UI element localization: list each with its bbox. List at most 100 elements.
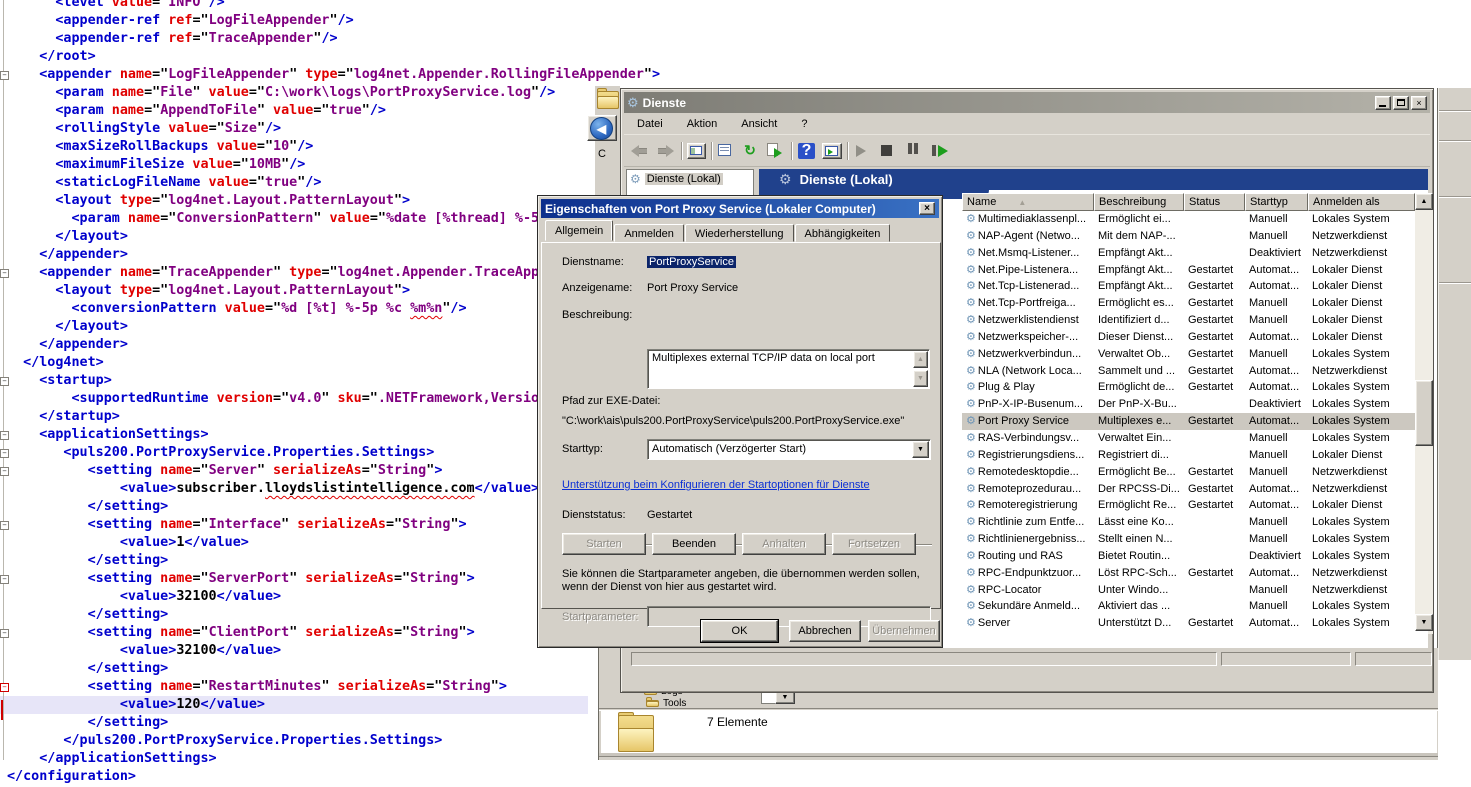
dialog-tab-panel: Dienstname: PortProxyService Anzeigename… [541,242,941,609]
tab-anmelden[interactable]: Anmelden [614,224,684,242]
export-list-icon[interactable] [766,143,784,159]
menu-item-aktion[interactable]: Aktion [687,118,718,130]
menu-item-datei[interactable]: Datei [637,118,663,130]
fortsetzen-button: Fortsetzen [832,533,916,555]
table-scrollbar[interactable]: ▲ ▼ [1415,193,1433,634]
tab-wiederherstellung[interactable]: Wiederherstellung [685,224,794,242]
startparameter-label: Startparameter: [562,611,638,623]
cell-name: ⚙Netzwerklistendienst [962,312,1094,329]
cell-anmelden: Lokales System [1308,615,1415,631]
fold-toggle[interactable]: − [0,71,9,80]
table-row[interactable]: ⚙Net.Tcp-Listenerad...Empfängt Akt...Ges… [962,278,1415,295]
cell-status: Gestartet [1184,329,1245,346]
selected-text: PortProxyService [647,256,736,268]
forward-icon[interactable] [656,143,674,159]
tree-item-label[interactable]: Tools [663,698,693,708]
textbox-scroll-up[interactable]: ▲ [913,351,928,368]
table-row[interactable]: ⚙Net.Msmq-Listener...Empfängt Akt...Deak… [962,245,1415,262]
table-row[interactable]: ⚙Richtlinie zum Entfe...Lässt eine Ko...… [962,514,1415,531]
help-icon[interactable]: ? [798,143,815,159]
table-row[interactable]: ⚙ServerUnterstützt D...GestartetAutomat.… [962,615,1415,631]
stop-service-icon[interactable] [881,143,899,159]
scrollbar-track[interactable] [1415,210,1433,634]
scrollbar-thumb[interactable] [1415,380,1433,446]
table-row[interactable]: ⚙Remotedesktopdie...Ermöglicht Be...Gest… [962,464,1415,481]
table-row[interactable]: ⚙Plug & PlayErmöglicht de...GestartetAut… [962,379,1415,396]
table-row[interactable]: ⚙Multimediaklassenpl...Ermöglicht ei...M… [962,211,1415,228]
minimize-button[interactable] [1375,96,1391,110]
table-row[interactable]: ⚙Registrierungsdiens...Registriert di...… [962,447,1415,464]
beschreibung-textbox[interactable]: Multiplexes external TCP/IP data on loca… [647,349,930,389]
table-row[interactable]: ⚙Netzwerkverbindun...Verwaltet Ob...Gest… [962,346,1415,363]
toolbar-separator [711,142,713,160]
cell-starttyp: Automat... [1245,262,1308,279]
menu-item-?[interactable]: ? [801,118,807,130]
table-row[interactable]: ⚙RAS-Verbindungsv...Verwaltet Ein...Manu… [962,430,1415,447]
table-row[interactable]: ⚙RemoteregistrierungErmöglicht Re...Gest… [962,497,1415,514]
table-row[interactable]: ⚙PnP-X-IP-Busenum...Der PnP-X-Bu...Deakt… [962,396,1415,413]
table-row[interactable]: ⚙Sekundäre Anmeld...Aktiviert das ...Man… [962,598,1415,615]
fold-toggle[interactable]: − [0,449,9,458]
cell-anmelden: Lokales System [1308,514,1415,531]
column-header-status[interactable]: Status [1184,193,1245,211]
cell-starttyp: Manuell [1245,228,1308,245]
fold-toggle[interactable]: − [0,269,9,278]
fold-toggle-changed[interactable]: − [0,683,9,692]
code-line: </root> [0,48,1471,66]
table-row[interactable]: ⚙Netzwerkspeicher-...Dieser Dienst...Ges… [962,329,1415,346]
column-header-starttyp[interactable]: Starttyp [1245,193,1308,211]
table-row[interactable]: ⚙Richtlinienergebniss...Stellt einen N..… [962,531,1415,548]
column-header-anmelden-als[interactable]: Anmelden als [1308,193,1415,211]
scroll-down-button[interactable]: ▼ [1415,614,1433,631]
table-row[interactable]: ⚙NetzwerklistendienstIdentifiziert d...G… [962,312,1415,329]
table-row[interactable]: ⚙Routing und RASBietet Routin...Deaktivi… [962,548,1415,565]
fold-toggle[interactable]: − [0,467,9,476]
dialog-close-button[interactable]: × [919,202,935,215]
fold-toggle[interactable]: − [0,629,9,638]
restart-service-icon[interactable] [931,143,949,159]
dialog-titlebar[interactable]: Eigenschaften von Port Proxy Service (Lo… [541,199,939,218]
table-row[interactable]: ⚙NAP-Agent (Netwo...Mit dem NAP-...Manue… [962,228,1415,245]
close-button[interactable]: × [1411,96,1427,110]
start-service-icon[interactable] [856,143,874,159]
cell-beschreibung: Ermöglicht Re... [1094,497,1184,514]
table-row[interactable]: ⚙Net.Pipe-Listenera...Empfängt Akt...Ges… [962,262,1415,279]
refresh-icon[interactable]: ↻ [741,143,759,159]
startoptions-help-link[interactable]: Unterstützung beim Konfigurieren der Sta… [562,479,870,491]
properties-icon[interactable] [716,143,734,159]
console-tree-icon[interactable] [687,143,706,159]
combobox-dropdown-button[interactable]: ▼ [912,441,929,458]
table-row[interactable]: ⚙Remoteprozedurau...Der RPCSS-Di...Gesta… [962,481,1415,498]
textbox-scroll-down[interactable]: ▼ [913,370,928,387]
starttyp-combobox[interactable]: Automatisch (Verzögerter Start) ▼ [647,439,931,460]
table-row[interactable]: ⚙NLA (Network Loca...Sammelt und ...Gest… [962,363,1415,380]
abbrechen-button[interactable]: Abbrechen [789,620,861,642]
cell-starttyp: Manuell [1245,464,1308,481]
table-row[interactable]: ⚙RPC-LocatorUnter Windo...ManuellNetzwer… [962,582,1415,599]
menu-item-ansicht[interactable]: Ansicht [741,118,777,130]
services-titlebar[interactable]: ⚙ Dienste × [624,92,1430,113]
fold-toggle[interactable]: − [0,521,9,530]
extended-view-icon[interactable] [822,143,842,159]
table-row[interactable]: ⚙Net.Tcp-Portfreiga...Ermöglicht es...Ge… [962,295,1415,312]
maximize-button[interactable] [1393,96,1409,110]
column-header-name[interactable]: Name▲ [962,193,1094,211]
cell-name: ⚙NAP-Agent (Netwo... [962,228,1094,245]
column-header-beschreibung[interactable]: Beschreibung [1094,193,1184,211]
cell-beschreibung: Löst RPC-Sch... [1094,565,1184,582]
tab-allgemein[interactable]: Allgemein [545,220,613,241]
fold-toggle[interactable]: − [0,377,9,386]
fold-toggle[interactable]: − [0,575,9,584]
back-icon[interactable] [631,143,649,159]
beenden-button[interactable]: Beenden [652,533,736,555]
toolbar-separator [847,142,849,160]
explorer-back-button[interactable]: ◀ [587,115,617,141]
ok-button[interactable]: OK [701,620,778,642]
tree-item-dienste-lokal[interactable]: ⚙ Dienste (Lokal) [627,170,753,188]
table-row[interactable]: ⚙RPC-Endpunktzuor...Löst RPC-Sch...Gesta… [962,565,1415,582]
cell-status: Gestartet [1184,413,1245,430]
fold-toggle[interactable]: − [0,431,9,440]
table-row[interactable]: ⚙Port Proxy ServiceMultiplexes e...Gesta… [962,413,1415,430]
scroll-up-button[interactable]: ▲ [1415,193,1433,210]
tab-abhängigkeiten[interactable]: Abhängigkeiten [795,224,891,242]
